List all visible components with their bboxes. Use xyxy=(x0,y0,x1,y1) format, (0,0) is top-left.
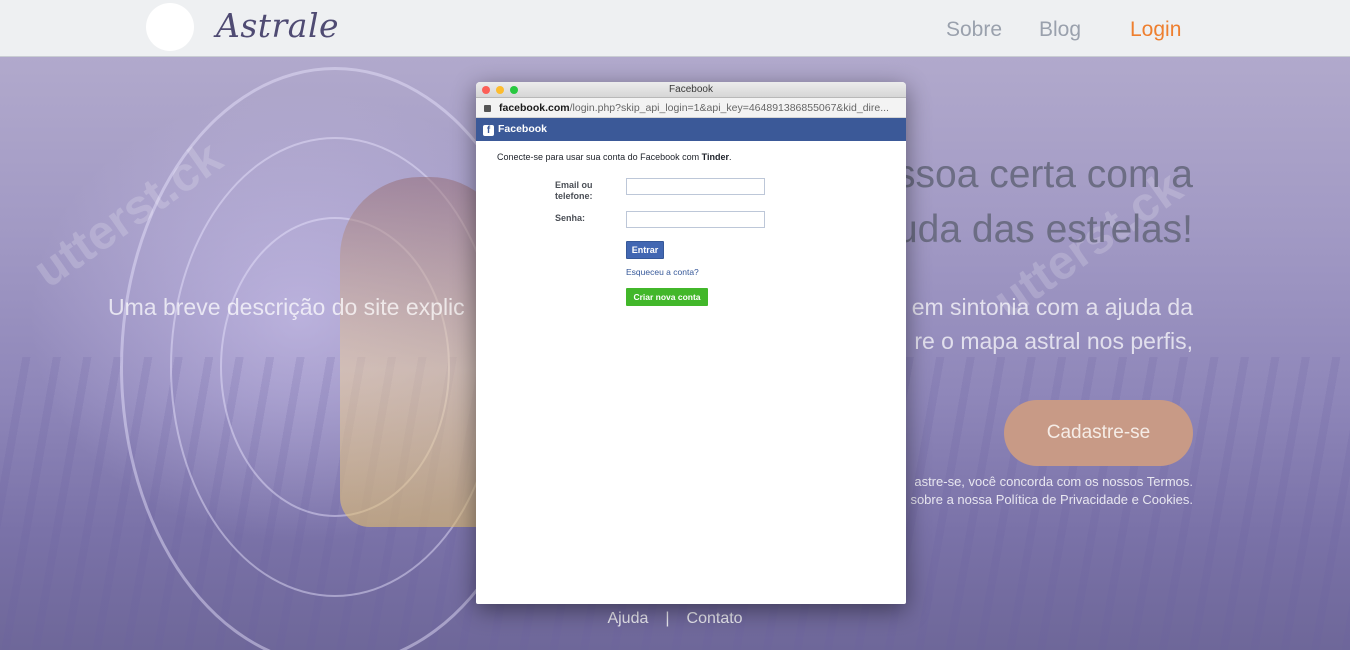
popup-window-title: Facebook xyxy=(669,84,713,95)
popup-url-bar[interactable]: facebook.com/login.php?skip_api_login=1&… xyxy=(476,98,906,118)
url-path: /login.php?skip_api_login=1&api_key=4648… xyxy=(569,102,889,114)
url-host: facebook.com xyxy=(499,102,570,114)
intro-app-name: Tinder xyxy=(701,152,729,162)
minimize-window-icon[interactable] xyxy=(496,86,504,94)
lock-icon xyxy=(484,104,491,112)
close-window-icon[interactable] xyxy=(482,86,490,94)
intro-text: Conecte-se para usar sua conta do Facebo… xyxy=(497,152,702,162)
nav-login-link[interactable]: Login xyxy=(1130,18,1181,42)
forgot-account-link[interactable]: Esqueceu a conta? xyxy=(626,267,699,277)
nav-blog-link[interactable]: Blog xyxy=(1039,18,1081,42)
password-field[interactable] xyxy=(626,211,765,228)
maximize-window-icon[interactable] xyxy=(510,86,518,94)
facebook-logo-icon: f xyxy=(483,125,494,136)
email-label: Email ou telefone: xyxy=(555,180,593,201)
brand-name[interactable]: Astrale xyxy=(216,6,339,45)
help-link[interactable]: Ajuda xyxy=(607,610,648,627)
footer-separator: | xyxy=(665,610,670,627)
popup-titlebar[interactable]: Facebook xyxy=(476,82,906,98)
facebook-header-title: Facebook xyxy=(498,123,548,135)
facebook-login-form: Conecte-se para usar sua conta do Facebo… xyxy=(476,141,906,601)
footer-links: Ajuda | Contato xyxy=(0,610,1350,628)
email-field[interactable] xyxy=(626,178,765,195)
login-intro-text: Conecte-se para usar sua conta do Facebo… xyxy=(497,152,731,162)
password-label: Senha: xyxy=(555,213,586,223)
nav-sobre-link[interactable]: Sobre xyxy=(946,18,1002,42)
logo-icon[interactable] xyxy=(146,3,194,51)
facebook-header-bar: f Facebook xyxy=(476,118,906,141)
top-navbar: Astrale Sobre Blog Login xyxy=(0,0,1350,57)
intro-period: . xyxy=(728,152,732,162)
description-left: Uma breve descrição do site explic xyxy=(108,294,465,320)
create-account-button[interactable]: Criar nova conta xyxy=(626,288,708,306)
signup-button[interactable]: Cadastre-se xyxy=(1004,400,1193,466)
facebook-login-button[interactable]: Entrar xyxy=(626,241,664,259)
contact-link[interactable]: Contato xyxy=(687,610,743,627)
facebook-login-popup: Facebook facebook.com/login.php?skip_api… xyxy=(476,82,906,604)
